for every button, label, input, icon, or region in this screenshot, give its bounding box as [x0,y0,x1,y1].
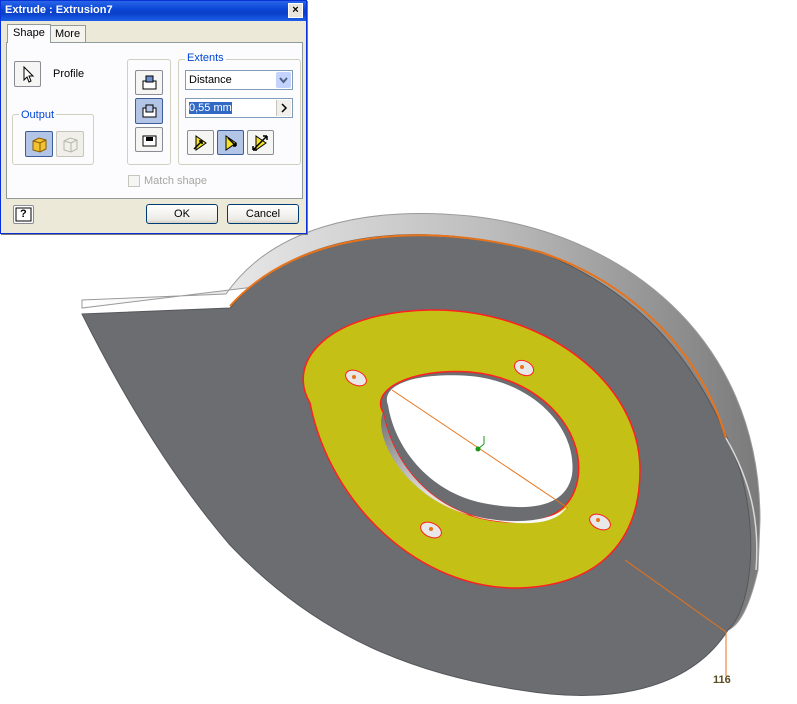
intersect-icon [142,135,157,147]
symmetric-icon [252,135,268,151]
extents-group-label: Extents [185,52,226,64]
help-label: ? [20,208,27,220]
solid-cube-icon [32,137,47,153]
output-group-label: Output [19,109,57,121]
cancel-button[interactable]: Cancel [227,204,299,224]
output-solid-button[interactable] [25,131,53,157]
tab-more[interactable]: More [49,25,87,42]
direction-1-button[interactable] [187,130,214,155]
direction-2-icon [225,135,237,151]
close-button[interactable]: × [288,3,303,18]
direction-1-icon [193,135,207,151]
help-button[interactable]: ? [13,205,34,224]
tab-shape[interactable]: Shape [7,24,51,43]
match-shape-label: Match shape [144,175,207,187]
chevron-right-icon[interactable] [276,100,291,116]
dialog-titlebar[interactable]: Extrude : Extrusion7 × [1,1,306,21]
distance-input[interactable]: 0,55 mm [185,98,293,118]
join-icon [142,75,157,90]
cut-icon [142,104,157,118]
symmetric-button[interactable] [247,130,274,155]
shape-panel: Profile Output Extents Distance 0,55 mm … [6,42,303,199]
output-surface-button[interactable] [56,131,84,157]
dimension-value[interactable]: 116 [713,674,731,686]
match-shape-checkbox[interactable] [128,175,140,187]
intersect-button[interactable] [135,127,163,152]
direction-2-button[interactable] [217,130,244,155]
extents-dropdown[interactable]: Distance [185,70,293,90]
distance-value: 0,55 mm [189,102,232,114]
dialog-title: Extrude : Extrusion7 [5,4,113,16]
profile-select-button[interactable] [14,61,41,87]
extents-dropdown-value: Distance [189,74,232,86]
cut-button[interactable] [135,98,163,124]
cursor-arrow-icon [23,65,35,83]
chevron-down-icon[interactable] [276,72,291,88]
extrude-dialog: Extrude : Extrusion7 × Shape More Profil… [0,0,307,234]
surface-cube-icon [63,137,78,153]
ok-button[interactable]: OK [146,204,218,224]
join-button[interactable] [135,70,163,95]
profile-label: Profile [53,68,85,80]
